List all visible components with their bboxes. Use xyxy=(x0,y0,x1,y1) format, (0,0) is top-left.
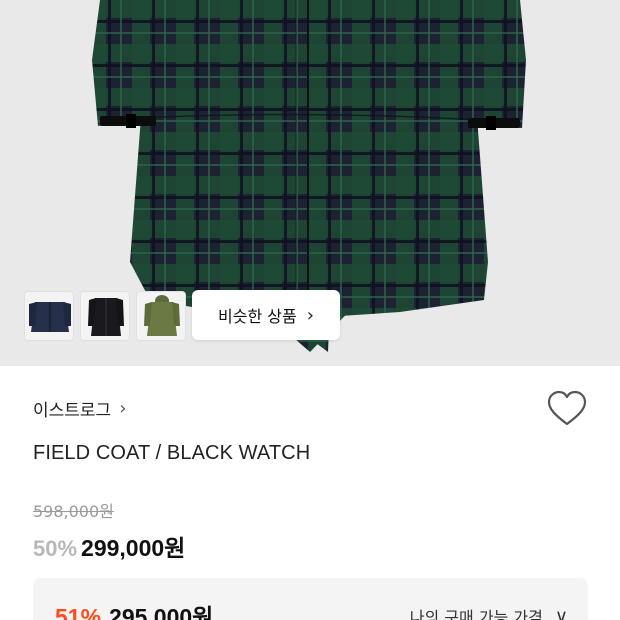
heart-icon[interactable] xyxy=(547,390,587,430)
brand-name: 이스트로그 xyxy=(33,401,112,421)
chevron-right-icon: › xyxy=(119,398,127,419)
member-price-box[interactable]: 51% 295,000원 나의 구매 가능 가격 ∨ xyxy=(33,578,588,620)
chevron-right-icon: › xyxy=(306,304,314,326)
member-discount-rate: 51% xyxy=(55,604,102,620)
similar-products-label: 비슷한 상품 xyxy=(218,307,297,326)
thumbnail-black-coat[interactable] xyxy=(80,291,130,341)
my-price-toggle[interactable]: 나의 구매 가능 가격 ∨ xyxy=(410,604,568,620)
chevron-down-icon: ∨ xyxy=(554,605,568,620)
sale-price: 299,000원 xyxy=(81,535,186,561)
product-title: FIELD COAT / BLACK WATCH xyxy=(33,442,311,464)
member-price-amount: 295,000원 xyxy=(109,604,214,620)
original-price: 598,000원 xyxy=(33,502,114,521)
product-info: 이스트로그 › xyxy=(33,390,587,426)
discount-rate: 50% xyxy=(33,536,78,561)
sale-price-row: 50% 299,000원 xyxy=(33,529,185,563)
similar-products-button[interactable]: 비슷한 상품 › xyxy=(192,290,340,340)
thumbnail-navy-jacket[interactable] xyxy=(24,291,74,341)
thumbnail-strip xyxy=(24,291,186,341)
member-price: 51% 295,000원 xyxy=(55,598,213,620)
brand-link[interactable]: 이스트로그 › xyxy=(33,396,587,421)
my-price-label: 나의 구매 가능 가격 xyxy=(409,608,543,620)
thumbnail-olive-parka[interactable] xyxy=(136,291,186,341)
product-image[interactable]: 비슷한 상품 › xyxy=(0,0,620,366)
